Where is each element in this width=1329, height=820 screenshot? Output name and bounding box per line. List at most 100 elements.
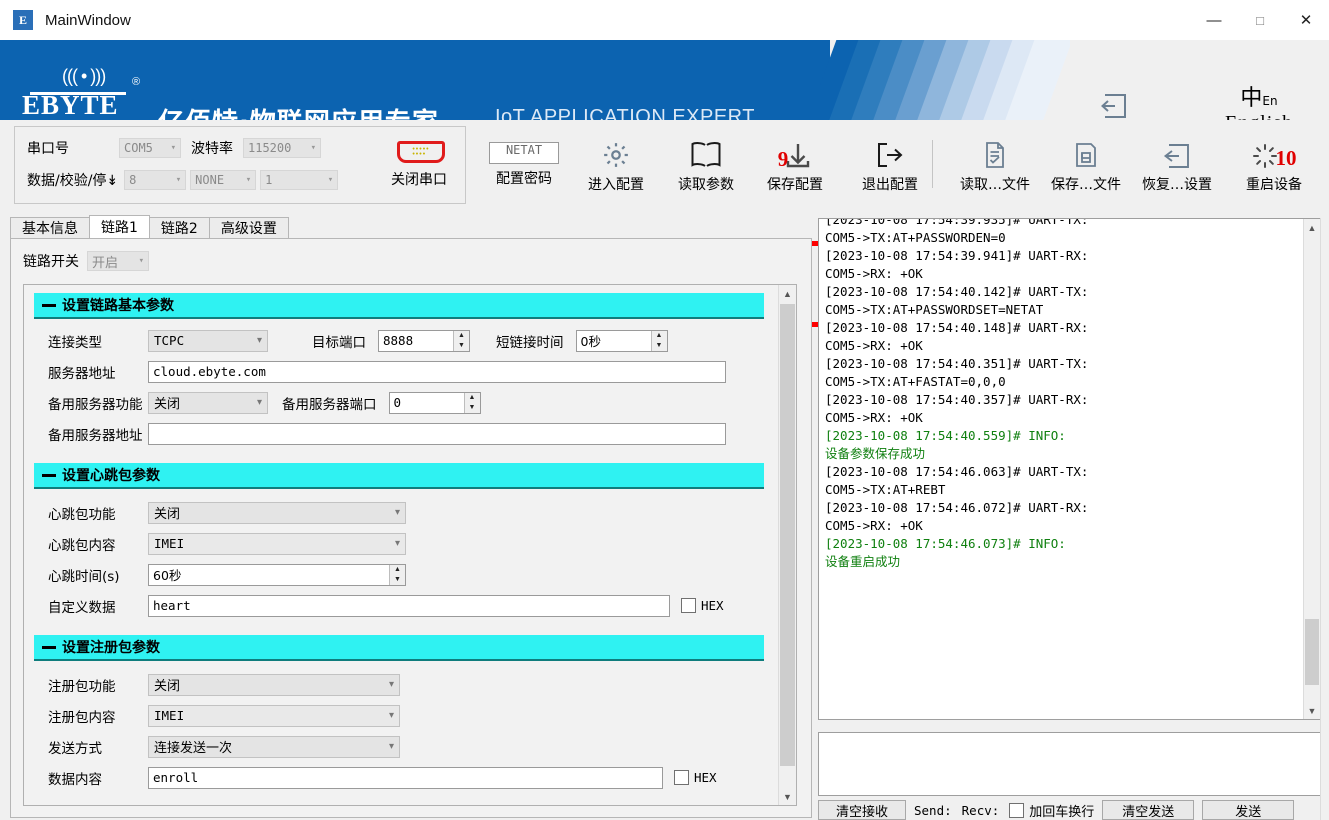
section-heartbeat: 设置心跳包参数 心跳包功能 关闭▾ 心跳包内容 IMEI▾ 心跳时间(s) [34,463,764,621]
restore-settings-button[interactable]: 恢复…设置 [1136,128,1218,194]
reboot-device-button[interactable]: 10 重启设备 [1238,128,1310,194]
read-params-label: 读取参数 [668,174,744,194]
tab-link1[interactable]: 链路1 [89,215,150,238]
window-controls: — □ ✕ [1191,0,1329,40]
title-bar: E MainWindow — □ ✕ [0,0,1329,40]
backup-server-port-input[interactable]: 0 ▲▼ [389,392,481,414]
serial-port-icon[interactable]: ••••••••• [397,141,447,165]
recv-counter-label: Recv: [962,803,1000,818]
conn-type-label: 连接类型 [48,331,148,351]
right-rail [1320,218,1329,820]
heartbeat-fn-label: 心跳包功能 [48,503,148,523]
log-scroll-up-icon[interactable]: ▲ [1304,219,1320,236]
baud-rate-label: 波特率 [191,138,233,158]
tab-advanced[interactable]: 高级设置 [209,217,289,238]
data-bits-select[interactable]: 8▾ [124,170,186,190]
backup-server-address-input[interactable] [148,423,726,445]
switch-model-icon[interactable] [1099,92,1129,120]
short-link-time-input[interactable]: 0秒 ▲▼ [576,330,668,352]
log-scrollbar[interactable]: ▲ ▼ [1303,219,1320,719]
heartbeat-interval-input[interactable]: 60秒 ▲▼ [148,564,406,586]
save-config-button[interactable]: 9 保存配置 [757,128,833,194]
clear-send-button[interactable]: 清空发送 [1102,800,1194,820]
log-scroll-down-icon[interactable]: ▼ [1304,702,1320,719]
log-entry: [2023-10-08 17:54:39.935]# UART-TX: COM5… [825,218,1295,247]
server-address-input[interactable]: cloud.ebyte.com [148,361,726,383]
clear-receive-button[interactable]: 清空接收 [818,800,906,820]
register-data-label: 数据内容 [48,768,148,788]
restore-icon [1136,128,1218,170]
log-panel[interactable]: [2023-10-08 17:54:39.935]# UART-TX: COM5… [818,218,1321,720]
download-icon: 9 [757,128,833,170]
window-title: MainWindow [45,12,131,29]
conn-type-select[interactable]: TCPC▾ [148,330,268,352]
log-entry: [2023-10-08 17:54:40.148]# UART-RX: COM5… [825,319,1295,355]
maximize-button[interactable]: □ [1237,0,1283,40]
exit-config-label: 退出配置 [852,174,928,194]
banner-title-en: IoT APPLICATION EXPERT [495,106,755,120]
heartbeat-fn-select[interactable]: 关闭▾ [148,502,406,524]
minimize-button[interactable]: — [1191,0,1237,40]
link-switch-select[interactable]: 开启▾ [87,251,149,271]
book-icon [668,128,744,170]
link-switch-row: 链路开关 开启▾ [23,251,149,271]
log-scrollbar-thumb[interactable] [1305,619,1319,685]
read-file-button[interactable]: 读取…文件 [954,128,1036,194]
register-content-select[interactable]: IMEI▾ [148,705,400,727]
save-file-button[interactable]: 保存…文件 [1045,128,1127,194]
scroll-down-icon[interactable]: ▼ [779,788,796,805]
baud-rate-select[interactable]: 115200▾ [243,138,321,158]
close-button[interactable]: ✕ [1283,0,1329,40]
close-serial-port-button[interactable]: 关闭串口 [391,169,447,189]
heartbeat-hex-checkbox[interactable] [681,598,696,613]
log-text: [2023-10-08 17:54:39.935]# UART-TX: COM5… [825,218,1295,571]
heartbeat-custom-input[interactable]: heart [148,595,670,617]
register-mode-select[interactable]: 连接发送一次▾ [148,736,400,758]
language-label: English [1199,112,1319,120]
tab-link2[interactable]: 链路2 [149,217,210,238]
log-entry: [2023-10-08 17:54:46.073]# INFO: 设备重启成功 [825,535,1295,571]
parity-select[interactable]: NONE▾ [190,170,256,190]
section-register-header: 设置注册包参数 [34,635,764,661]
heartbeat-content-label: 心跳包内容 [48,534,148,554]
read-params-button[interactable]: 读取参数 [668,128,744,194]
register-data-input[interactable]: enroll [148,767,663,789]
serial-port-select[interactable]: COM5▾ [119,138,181,158]
register-hex-checkbox[interactable] [674,770,689,785]
send-button[interactable]: 发送 [1202,800,1294,820]
send-input[interactable] [818,732,1321,796]
tab-basic-info[interactable]: 基本信息 [10,217,90,238]
language-glyph-icon: 中En [1199,88,1319,112]
settings-scrollbar[interactable]: ▲ ▼ [778,285,796,805]
save-file-label: 保存…文件 [1045,174,1127,194]
crlf-checkbox[interactable] [1009,803,1024,818]
restore-settings-label: 恢复…设置 [1136,174,1218,194]
enter-config-button[interactable]: 进入配置 [578,128,654,194]
serial-settings-group: 串口号 COM5▾ 波特率 115200▾ 数据/校验/停↡ 8▾ NONE▾ … [14,126,466,204]
dest-port-input[interactable]: 8888 ▲▼ [378,330,470,352]
stop-bits-select[interactable]: 1▾ [260,170,338,190]
scrollbar-thumb[interactable] [780,304,795,766]
brand-banner: ((( • ))) EBYTE ® 亿佰特·物联网应用专家 IoT APPLIC… [0,40,1329,120]
log-entry: [2023-10-08 17:54:46.072]# UART-RX: COM5… [825,499,1295,535]
section-register: 设置注册包参数 注册包功能 关闭▾ 注册包内容 IMEI▾ 发送方式 [34,635,764,793]
heartbeat-content-select[interactable]: IMEI▾ [148,533,406,555]
logo-wordmark: EBYTE [22,90,119,120]
reboot-device-label: 重启设备 [1238,174,1310,194]
config-password-input[interactable]: NETAT [489,142,559,164]
scroll-up-icon[interactable]: ▲ [779,285,796,302]
serial-port-label: 串口号 [27,138,69,158]
log-entry: [2023-10-08 17:54:40.351]# UART-TX: COM5… [825,355,1295,391]
heartbeat-custom-label: 自定义数据 [48,596,148,616]
gear-icon [578,128,654,170]
read-file-label: 读取…文件 [954,174,1036,194]
step-badge-10: 10 [1276,146,1297,171]
register-mode-label: 发送方式 [48,737,148,757]
register-fn-select[interactable]: 关闭▾ [148,674,400,696]
exit-config-button[interactable]: 退出配置 [852,128,928,194]
section-basic-header: 设置链路基本参数 [34,293,764,319]
short-link-time-label: 短链接时间 [496,331,564,351]
section-dash-icon [42,646,56,649]
language-switch[interactable]: 中En English [1199,88,1319,120]
backup-server-fn-select[interactable]: 关闭▾ [148,392,268,414]
